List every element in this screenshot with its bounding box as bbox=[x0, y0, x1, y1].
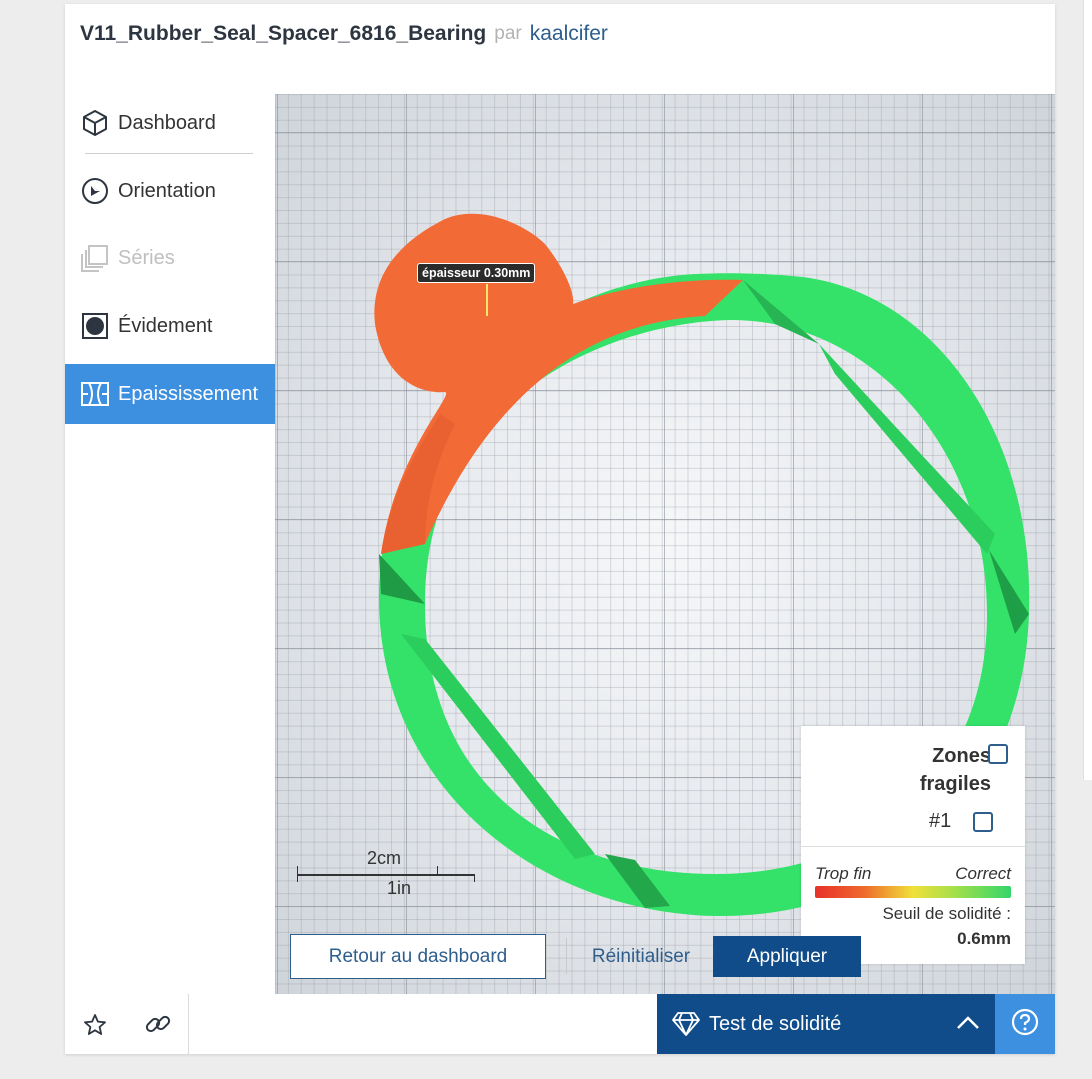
thickness-tooltip: épaisseur 0.30mm bbox=[417, 263, 536, 283]
scale-line bbox=[297, 874, 475, 876]
sidebar-item-series: Séries bbox=[65, 229, 275, 287]
zone-item-checkbox[interactable] bbox=[973, 812, 993, 832]
sidebar-item-hollow[interactable]: Évidement bbox=[65, 297, 275, 355]
action-divider bbox=[566, 938, 567, 974]
zone-item-label: #1 bbox=[929, 810, 952, 832]
link-icon[interactable] bbox=[142, 1008, 174, 1040]
author-link[interactable]: kaalcifer bbox=[530, 22, 608, 46]
scale-tick bbox=[437, 866, 438, 874]
scale-max-label: Correct bbox=[955, 864, 1011, 883]
sidebar-item-label: Dashboard bbox=[118, 111, 216, 134]
scale-min-label: Trop fin bbox=[815, 864, 872, 883]
sidebar-item-orientation[interactable]: Orientation bbox=[65, 162, 275, 220]
chevron-up-icon bbox=[955, 1010, 981, 1036]
cube-icon bbox=[80, 108, 110, 138]
sidebar-item-dashboard[interactable]: Dashboard bbox=[65, 94, 275, 152]
header: V11_Rubber_Seal_Spacer_6816_Bearing par … bbox=[80, 16, 608, 52]
sidebar-item-label: Évidement bbox=[118, 314, 213, 337]
scale-tick bbox=[297, 866, 298, 882]
by-label: par bbox=[494, 23, 522, 44]
apply-button[interactable]: Appliquer bbox=[713, 936, 861, 977]
adjacent-panel-edge bbox=[1083, 0, 1092, 780]
thickness-gradient bbox=[815, 886, 1011, 898]
zones-checkbox[interactable] bbox=[988, 744, 1008, 764]
sidebar-item-thickening[interactable]: Epaississement bbox=[65, 364, 275, 424]
thickness-marker bbox=[486, 284, 488, 316]
sidebar-divider bbox=[85, 153, 253, 154]
scale-imperial-label: 1in bbox=[387, 878, 412, 898]
reset-button[interactable]: Réinitialiser bbox=[582, 934, 700, 979]
sidebar-item-label: Orientation bbox=[118, 179, 216, 202]
hollow-icon bbox=[80, 311, 110, 341]
sidebar-item-label: Séries bbox=[118, 246, 175, 269]
bottom-divider bbox=[188, 994, 189, 1054]
threshold-label: Seuil de solidité : bbox=[882, 904, 1011, 923]
strength-test-label: Test de solidité bbox=[709, 1012, 842, 1035]
star-icon[interactable] bbox=[80, 1010, 110, 1040]
3d-viewport[interactable]: épaisseur 0.30mm 2cm 1in Zones fragiles … bbox=[275, 94, 1055, 994]
threshold-value: 0.6mm bbox=[957, 929, 1011, 948]
diamond-icon bbox=[671, 1011, 701, 1037]
scale-metric-label: 2cm bbox=[367, 848, 402, 868]
zones-label: Zones fragiles bbox=[919, 745, 991, 795]
help-button[interactable] bbox=[995, 994, 1055, 1054]
scale-bar: 2cm 1in bbox=[297, 848, 477, 898]
scale-tick bbox=[474, 874, 475, 882]
model-title: V11_Rubber_Seal_Spacer_6816_Bearing bbox=[80, 22, 487, 45]
strength-test-toggle[interactable]: Test de solidité bbox=[657, 994, 995, 1054]
thicken-icon bbox=[80, 379, 110, 409]
orientation-icon bbox=[80, 176, 110, 206]
fragile-zones-panel: Zones fragiles #1 Trop fin Correct Seuil… bbox=[801, 726, 1025, 964]
legend-divider bbox=[801, 846, 1025, 847]
back-to-dashboard-button[interactable]: Retour au dashboard bbox=[290, 934, 546, 979]
help-icon bbox=[1011, 1008, 1039, 1041]
sidebar-item-label: Epaississement bbox=[118, 382, 259, 405]
series-icon bbox=[80, 243, 110, 273]
